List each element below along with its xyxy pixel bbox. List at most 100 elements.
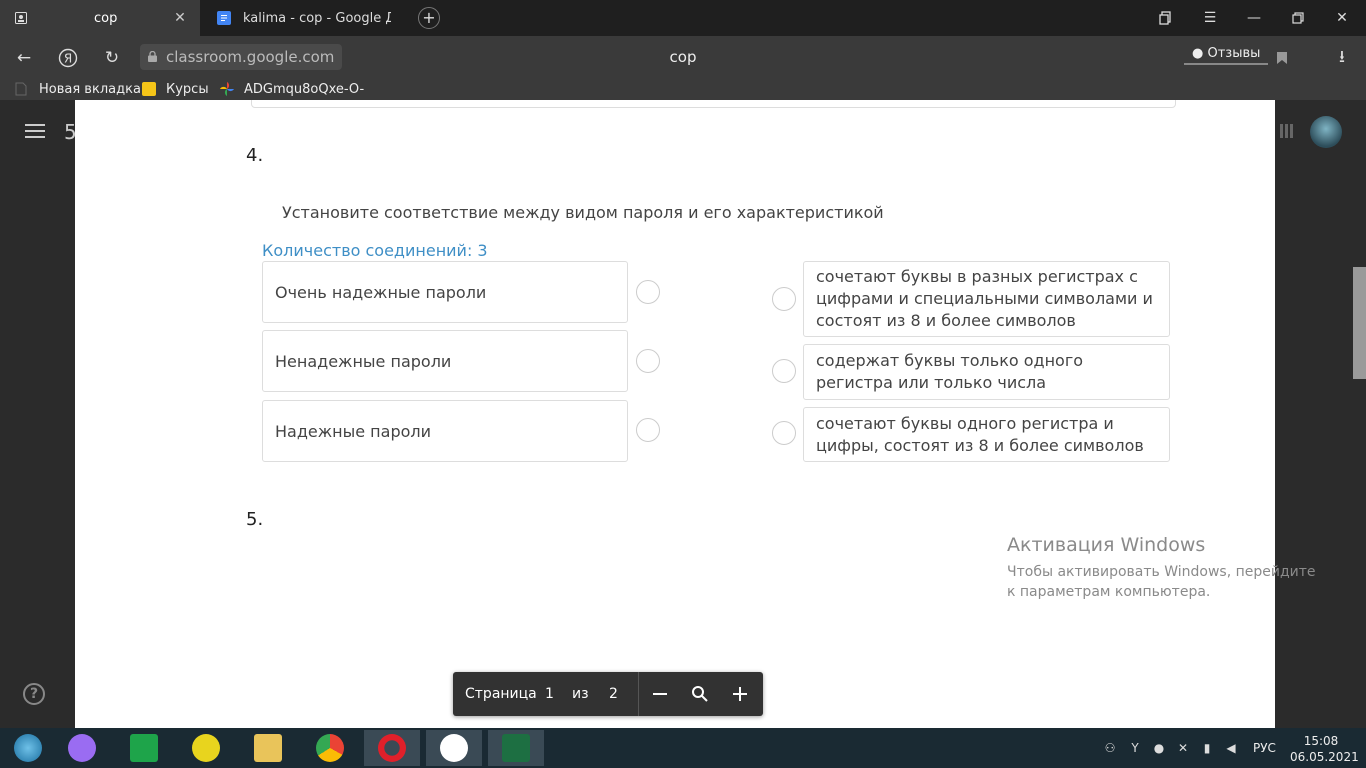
right-option-card[interactable]: сочетают буквы одного регистра и цифры, … bbox=[803, 407, 1170, 462]
apps-grid-icon[interactable] bbox=[1280, 124, 1294, 138]
clock-date: 06.05.2021 bbox=[1290, 750, 1359, 764]
minimize-icon[interactable]: — bbox=[1232, 0, 1276, 36]
tab-google-docs[interactable]: kalima - сор - Google Док bbox=[203, 0, 391, 36]
tab-title: сор bbox=[94, 10, 118, 26]
bookmark-courses[interactable]: Курсы bbox=[142, 80, 209, 98]
yandex-tray-icon[interactable]: Y bbox=[1127, 740, 1143, 756]
bookmark-icon[interactable] bbox=[1268, 44, 1296, 72]
folder-icon bbox=[254, 734, 282, 762]
left-option-label: Надежные пароли bbox=[275, 421, 432, 441]
bookmark-label: ADGmqu8oQxe-O- bbox=[244, 81, 365, 97]
of-label: из bbox=[572, 686, 589, 702]
page-icon bbox=[15, 82, 29, 96]
right-option-label: содержат буквы только одного регистра ил… bbox=[816, 351, 1084, 392]
user-tray-icon[interactable]: ⚇ bbox=[1102, 740, 1118, 756]
classroom-page: 5 ? 4. Установите соответствие между вид… bbox=[0, 100, 1366, 728]
bookmark-new-tab[interactable]: Новая вкладка bbox=[15, 80, 141, 98]
reviews-label: Отзывы bbox=[1207, 46, 1261, 61]
classroom-icon bbox=[142, 82, 156, 96]
left-option-card[interactable]: Очень надежные пароли bbox=[262, 261, 628, 323]
close-window-icon[interactable]: ✕ bbox=[1320, 0, 1364, 36]
left-connector-radio[interactable] bbox=[636, 280, 660, 304]
restore-icon[interactable] bbox=[1276, 0, 1320, 36]
zoom-in-icon[interactable] bbox=[729, 683, 751, 705]
total-pages: 2 bbox=[609, 686, 618, 702]
watermark-subtitle: Чтобы активировать Windows, перейдите к … bbox=[1007, 564, 1316, 600]
taskbar-excel[interactable] bbox=[488, 730, 544, 766]
right-connector-radio[interactable] bbox=[772, 359, 796, 383]
watermark-title: Активация Windows bbox=[1007, 534, 1206, 556]
store-bag-icon bbox=[130, 734, 158, 762]
connections-count: Количество соединений: 3 bbox=[262, 241, 488, 260]
scrollbar-thumb[interactable] bbox=[1353, 267, 1366, 379]
chrome-icon bbox=[316, 734, 344, 762]
left-option-label: Ненадежные пароли bbox=[275, 351, 452, 371]
download-icon[interactable]: ⭳ bbox=[1328, 44, 1356, 72]
volume-icon[interactable]: ◀ bbox=[1223, 740, 1239, 756]
left-option-card[interactable]: Надежные пароли bbox=[262, 400, 628, 462]
help-icon[interactable]: ? bbox=[23, 683, 45, 705]
left-connector-radio[interactable] bbox=[636, 349, 660, 373]
wifi-icon[interactable]: ▮ bbox=[1199, 740, 1215, 756]
avatar[interactable] bbox=[1310, 116, 1342, 148]
new-tab-button[interactable]: + bbox=[418, 7, 440, 29]
windows-activation-watermark: Активация Windows Чтобы активировать Win… bbox=[1007, 534, 1327, 602]
right-option-card[interactable]: содержат буквы только одного регистра ил… bbox=[803, 344, 1170, 400]
previous-question-card bbox=[251, 100, 1176, 108]
page-title: сор bbox=[669, 48, 697, 66]
zoom-search-icon[interactable] bbox=[689, 683, 711, 705]
bookmarks-bar: Новая вкладка Курсы ADGmqu8oQxe-O- bbox=[0, 78, 1366, 100]
speech-bubble-icon: ● bbox=[1192, 46, 1204, 61]
question-number: 4. bbox=[246, 145, 264, 166]
menu-icon[interactable]: ☰ bbox=[1188, 0, 1232, 36]
hamburger-menu-icon[interactable] bbox=[25, 124, 45, 138]
taskbar-yandex[interactable] bbox=[426, 730, 482, 766]
question-text: Установите соответствие между видом паро… bbox=[282, 203, 884, 222]
bookmark-label: Курсы bbox=[166, 81, 209, 97]
address-bar: ← Я ↻ classroom.google.com сор ● Отзывы … bbox=[0, 36, 1366, 78]
google-photos-icon bbox=[220, 82, 234, 96]
left-option-card[interactable]: Ненадежные пароли bbox=[262, 330, 628, 392]
document-viewer: 4. Установите соответствие между видом п… bbox=[75, 100, 1275, 728]
clock[interactable]: 15:08 06.05.2021 bbox=[1290, 733, 1359, 765]
taskbar-chrome[interactable] bbox=[302, 730, 358, 766]
page-label: Страница bbox=[465, 686, 537, 702]
start-button[interactable] bbox=[0, 730, 56, 766]
question-number: 5. bbox=[246, 509, 264, 530]
divider bbox=[638, 672, 639, 716]
google-docs-icon bbox=[217, 11, 231, 25]
tabs-list-icon[interactable] bbox=[1144, 0, 1188, 36]
opera-icon bbox=[378, 734, 406, 762]
bookmark-photos[interactable]: ADGmqu8oQxe-O- bbox=[220, 80, 364, 98]
right-connector-radio[interactable] bbox=[772, 421, 796, 445]
tab-bar: сор ✕ kalima - сор - Google Док + ☰ — ✕ bbox=[0, 0, 1366, 36]
taskbar-alice[interactable] bbox=[54, 730, 110, 766]
yandex-browser-icon bbox=[440, 734, 468, 762]
zoom-out-icon[interactable] bbox=[649, 683, 671, 705]
plus-app-icon bbox=[192, 734, 220, 762]
network-error-icon[interactable]: ✕ bbox=[1175, 740, 1191, 756]
taskbar-app-green[interactable] bbox=[178, 730, 234, 766]
taskbar-store[interactable] bbox=[116, 730, 172, 766]
page-controls: Страница 1 из 2 bbox=[453, 672, 763, 716]
app-tray-icon[interactable]: ● bbox=[1151, 740, 1167, 756]
right-option-label: сочетают буквы одного регистра и цифры, … bbox=[816, 413, 1144, 455]
taskbar-opera[interactable] bbox=[364, 730, 420, 766]
left-option-label: Очень надежные пароли bbox=[275, 282, 487, 302]
bookmark-label: Новая вкладка bbox=[39, 81, 141, 97]
alice-icon bbox=[68, 734, 96, 762]
excel-icon bbox=[502, 734, 530, 762]
current-page-input[interactable]: 1 bbox=[545, 686, 554, 702]
taskbar-explorer[interactable] bbox=[240, 730, 296, 766]
reviews-button[interactable]: ● Отзывы bbox=[1184, 43, 1269, 65]
tab-title: kalima - сор - Google Док bbox=[243, 10, 391, 26]
windows-start-icon bbox=[14, 734, 42, 762]
clock-time: 15:08 bbox=[1303, 734, 1339, 748]
right-option-card[interactable]: сочетают буквы в разных регистрах с цифр… bbox=[803, 261, 1170, 337]
tab-sop[interactable]: сор ✕ bbox=[0, 0, 200, 36]
left-connector-radio[interactable] bbox=[636, 418, 660, 442]
close-tab-icon[interactable]: ✕ bbox=[170, 10, 190, 26]
language-indicator[interactable]: РУС bbox=[1253, 741, 1276, 755]
profile-icon bbox=[14, 11, 28, 25]
right-connector-radio[interactable] bbox=[772, 287, 796, 311]
